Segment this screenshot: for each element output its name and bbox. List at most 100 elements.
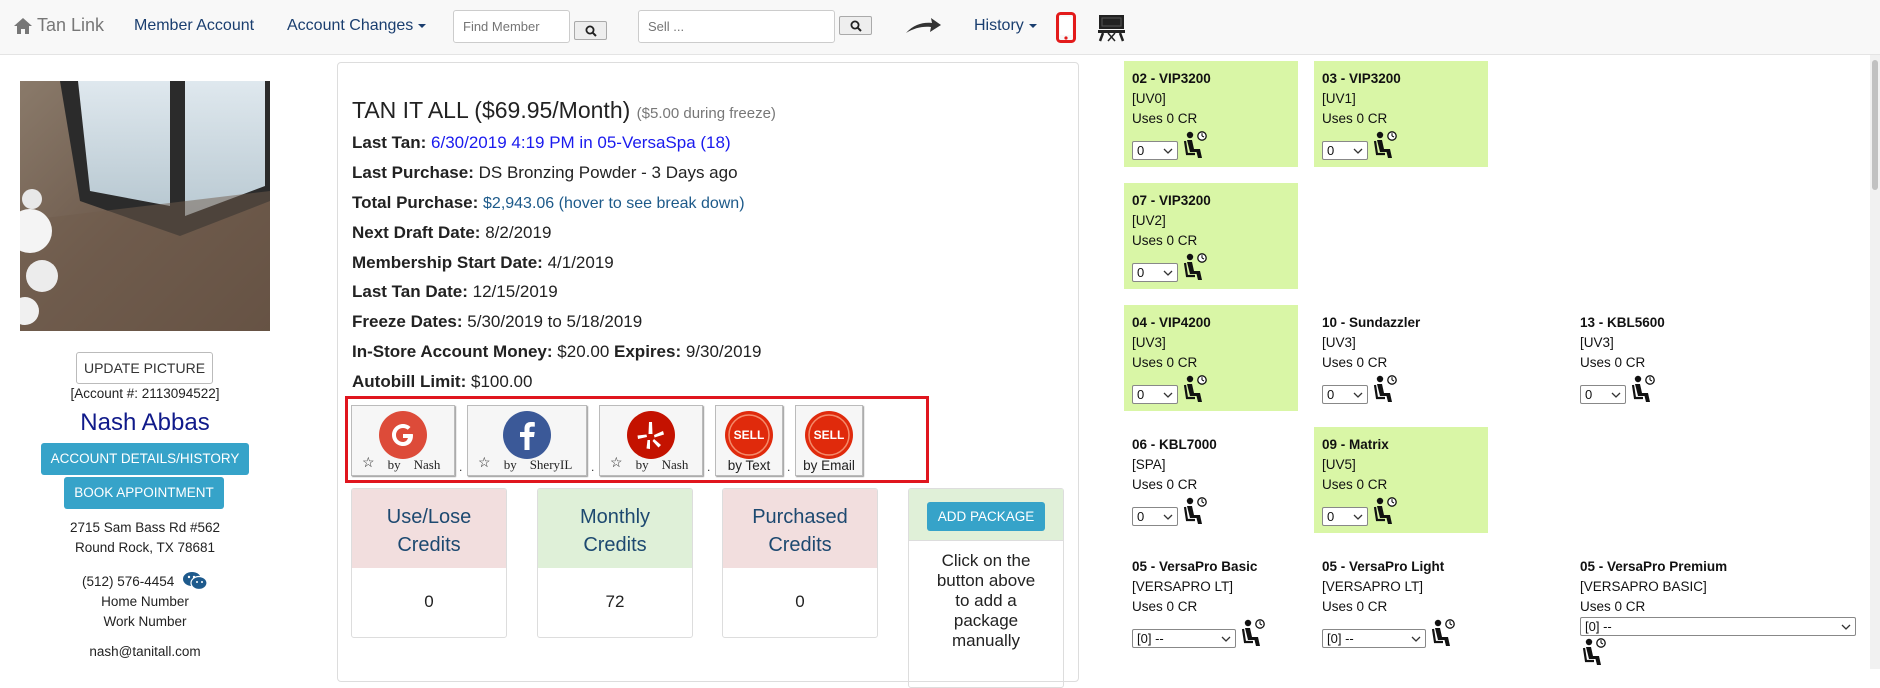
- last-tan-date-line: Last Tan Date: 12/15/2019: [352, 282, 558, 302]
- bed-type: [VERSAPRO LT]: [1322, 579, 1424, 594]
- bed-title: 13 - KBL5600: [1580, 315, 1665, 330]
- scrollbar-thumb[interactable]: [1872, 60, 1878, 190]
- credits-card-title: Monthly: [579, 506, 651, 528]
- tanning-session-icon[interactable]: [1371, 130, 1397, 160]
- tanning-session-icon[interactable]: [1239, 618, 1265, 648]
- last-purchase-label: Last Purchase:: [352, 163, 474, 182]
- total-purchase-value[interactable]: $2,943.06 (hover to see break down): [483, 195, 745, 212]
- bed-title: 05 - VersaPro Basic: [1132, 559, 1258, 574]
- history-dropdown[interactable]: History: [974, 17, 1037, 35]
- page-scrollbar[interactable]: [1870, 55, 1880, 669]
- mobile-phone-icon[interactable]: [1056, 12, 1076, 43]
- bed-minutes-select[interactable]: 0: [1322, 507, 1368, 526]
- bed-minutes-select[interactable]: 0: [1322, 141, 1368, 160]
- find-member-search-button[interactable]: [574, 21, 607, 40]
- bed-tile[interactable]: 03 - VIP3200 [UV1] Uses 0 CR 0: [1314, 61, 1488, 167]
- tanning-bed-icon[interactable]: [1098, 14, 1125, 42]
- bed-tile[interactable]: 05 - VersaPro Premium [VERSAPRO BASIC] Use…: [1572, 549, 1872, 665]
- bed-tile[interactable]: 07 - VIP3200 [UV2] Uses 0 CR 0: [1124, 183, 1298, 289]
- chevron-down-icon: [1221, 636, 1231, 642]
- tanning-session-icon[interactable]: [1629, 374, 1655, 404]
- member-email: nash@tanitall.com: [89, 644, 201, 659]
- bed-minutes-select[interactable]: 0: [1322, 385, 1368, 404]
- chevron-down-icon: [1163, 270, 1173, 276]
- brand-link[interactable]: Tan Link: [13, 15, 104, 36]
- member-name: Nash Abbas: [80, 409, 210, 436]
- autobill-line: Autobill Limit: $100.00: [352, 372, 532, 392]
- freeze-dates-value: 5/30/2019 to 5/18/2019: [467, 312, 643, 331]
- bed-minutes-select[interactable]: 0: [1132, 385, 1178, 404]
- bed-tile[interactable]: 09 - Matrix [UV5] Uses 0 CR 0: [1314, 427, 1488, 533]
- monthly-credits-card: Monthly Credits 72: [537, 488, 693, 638]
- bed-type: [UV2]: [1132, 213, 1166, 228]
- account-changes-dropdown[interactable]: Account Changes: [287, 17, 427, 35]
- search-icon: [850, 20, 862, 32]
- facebook-review-caption: by SheryIL: [503, 457, 573, 472]
- tanning-session-icon[interactable]: [1181, 130, 1207, 160]
- add-package-header: ADD PACKAGE: [909, 489, 1063, 541]
- bed-minutes-select[interactable]: 0: [1580, 385, 1626, 404]
- bed-minutes-select[interactable]: 0: [1132, 507, 1178, 526]
- find-member-input[interactable]: [453, 10, 570, 43]
- account-details-button[interactable]: ACCOUNT DETAILS/HISTORY: [41, 443, 249, 475]
- total-purchase-label: Total Purchase:: [352, 193, 479, 212]
- bed-minutes-select[interactable]: [0] --: [1132, 629, 1236, 648]
- bed-minutes-select[interactable]: 0: [1132, 263, 1178, 282]
- bed-tile[interactable]: 04 - VIP4200 [UV3] Uses 0 CR 0: [1124, 305, 1298, 411]
- bed-tile[interactable]: 10 - Sundazzler [UV3] Uses 0 CR 0: [1314, 305, 1488, 411]
- tanning-session-icon[interactable]: [1580, 637, 1606, 667]
- last-tan-value[interactable]: 6/30/2019 4:19 PM in 05-VersaSpa (18): [431, 133, 731, 152]
- bed-tile[interactable]: 05 - VersaPro Light [VERSAPRO LT] Uses 0 C…: [1314, 549, 1488, 655]
- search-icon: [585, 25, 597, 37]
- credits-card-header: Use/Lose Credits: [352, 489, 506, 568]
- chevron-down-icon: [1163, 514, 1173, 520]
- sell-by-email-caption: by Email: [803, 458, 855, 473]
- freeze-dates-label: Freeze Dates:: [352, 312, 463, 331]
- wechat-icon[interactable]: [182, 571, 208, 591]
- chevron-down-icon: [1411, 636, 1421, 642]
- tanning-session-icon[interactable]: [1181, 496, 1207, 526]
- next-draft-value: 8/2/2019: [485, 223, 552, 242]
- bed-minutes-select[interactable]: [0] --: [1580, 617, 1856, 636]
- tanning-session-icon[interactable]: [1429, 618, 1455, 648]
- bed-tile[interactable]: 13 - KBL5600 [UV3] Uses 0 CR 0: [1572, 305, 1746, 411]
- separator-dot: .: [591, 460, 595, 474]
- book-appointment-button[interactable]: BOOK APPOINTMENT: [64, 477, 224, 509]
- next-draft-label: Next Draft Date:: [352, 223, 481, 242]
- yelp-icon: [627, 411, 675, 459]
- update-picture-button[interactable]: UPDATE PICTURE: [76, 352, 213, 384]
- tanning-session-icon[interactable]: [1371, 496, 1397, 526]
- bed-tile[interactable]: 02 - VIP3200 [UV0] Uses 0 CR 0: [1124, 61, 1298, 167]
- bed-minutes-select[interactable]: 0: [1132, 141, 1178, 160]
- bed-tile[interactable]: 05 - VersaPro Basic [VERSAPRO LT] Uses 0 C…: [1124, 549, 1298, 655]
- sell-by-text-button[interactable]: SELL by Text: [715, 405, 783, 476]
- autobill-value: $100.00: [471, 372, 533, 391]
- sell-by-email-button[interactable]: SELL by Email: [795, 405, 863, 476]
- bed-type: [UV3]: [1132, 335, 1166, 350]
- autobill-label: Autobill Limit:: [352, 372, 467, 391]
- tanning-session-icon[interactable]: [1181, 374, 1207, 404]
- bed-minutes-value: [0] --: [1137, 630, 1164, 646]
- top-navbar: Tan Link Member Account Account Changes …: [0, 0, 1880, 55]
- member-account-link[interactable]: Member Account: [134, 17, 254, 35]
- yelp-review-button[interactable]: ☆ by Nash: [599, 405, 703, 476]
- bed-minutes-value: 0: [1137, 142, 1145, 158]
- in-store-money-line: In-Store Account Money: $20.00 Expires: …: [352, 342, 761, 362]
- yelp-review-caption: by Nash: [635, 457, 689, 472]
- bed-minutes-value: [0] --: [1585, 618, 1612, 634]
- tanning-session-icon[interactable]: [1181, 252, 1207, 282]
- sell-search-button[interactable]: [839, 16, 872, 35]
- tanning-session-icon[interactable]: [1371, 374, 1397, 404]
- credits-card-header: Monthly Credits: [538, 489, 692, 568]
- sell-input[interactable]: [638, 10, 835, 43]
- forward-arrow-icon[interactable]: [904, 16, 942, 36]
- chevron-down-icon: [1841, 624, 1851, 630]
- credits-card-subtitle: Credits: [583, 534, 647, 556]
- facebook-review-button[interactable]: ☆ by SheryIL: [467, 405, 587, 476]
- member-photo: [20, 81, 270, 331]
- add-package-button[interactable]: ADD PACKAGE: [927, 502, 1045, 531]
- bed-tile[interactable]: 06 - KBL7000 [SPA] Uses 0 CR 0: [1124, 427, 1298, 533]
- bed-title: 06 - KBL7000: [1132, 437, 1217, 452]
- bed-minutes-select[interactable]: [0] --: [1322, 629, 1426, 648]
- google-review-button[interactable]: ☆ by Nash: [351, 405, 455, 476]
